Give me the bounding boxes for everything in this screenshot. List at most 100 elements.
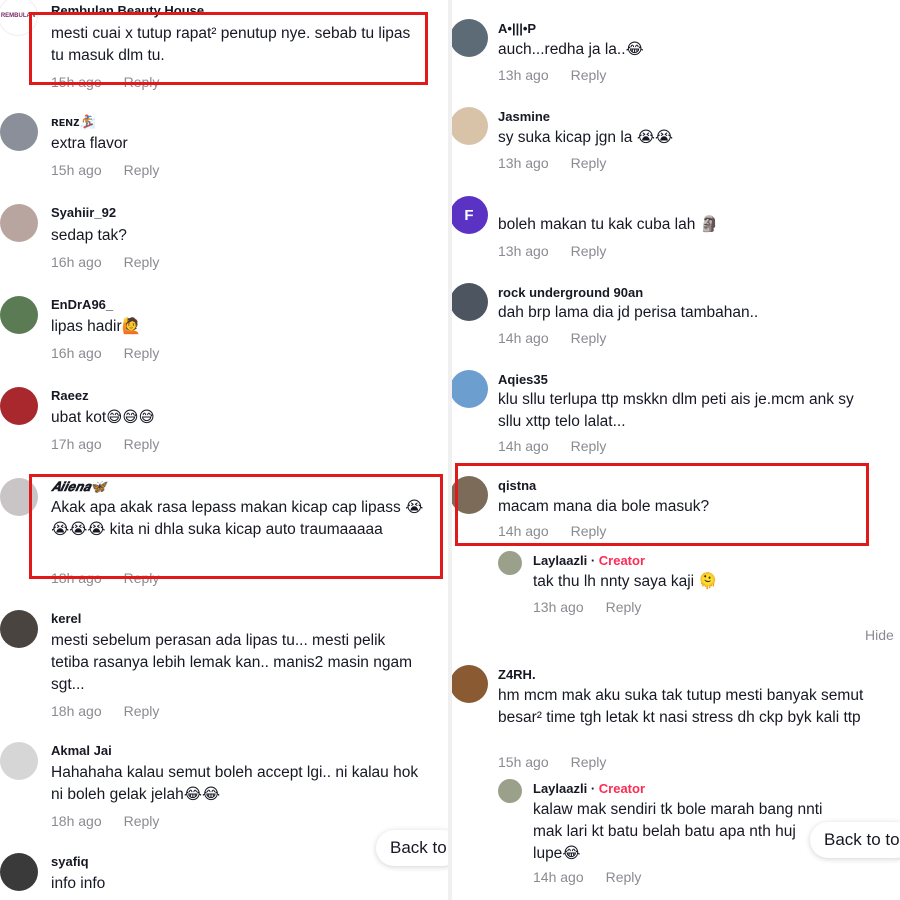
comment-time: 15h ago [498, 754, 549, 770]
comment-username[interactable]: 𝑨𝒊𝒊𝒆𝒏𝒂🦋 [51, 479, 106, 495]
comment-username[interactable]: kerel [51, 611, 81, 626]
comment-text: auch...redha ja la..😂 [498, 41, 644, 58]
comment-username[interactable]: Laylaazli · Creator [533, 553, 645, 568]
comment-meta: 18h ago Reply [51, 813, 159, 829]
comment-text: Hahahaha kalau semut boleh accept lgi.. … [51, 764, 419, 803]
comment-meta: 14h ago Reply [498, 523, 606, 539]
reply-button[interactable]: Reply [606, 599, 642, 615]
comment-meta: 17h ago Reply [51, 436, 159, 452]
comment-time: 13h ago [498, 155, 549, 171]
back-to-top-button[interactable]: Back to to [810, 822, 900, 858]
comment-username[interactable]: A•|||•P [498, 21, 536, 36]
reply-button[interactable]: Reply [571, 330, 607, 346]
reply-button[interactable]: Reply [571, 243, 607, 259]
right-comment-panel: A•|||•P auch...redha ja la..😂 13h ago Rep… [452, 0, 900, 900]
avatar[interactable] [452, 665, 488, 703]
reply-button[interactable]: Reply [571, 155, 607, 171]
comment-text: hm mcm mak aku suka tak tutup mesti bany… [498, 687, 864, 726]
comment-time: 13h ago [498, 67, 549, 83]
avatar[interactable] [0, 113, 38, 151]
reply-button[interactable]: Reply [124, 813, 160, 829]
reply-button[interactable]: Reply [571, 67, 607, 83]
comment-username[interactable]: rock underground 90an [498, 285, 643, 300]
comment-meta: 15h ago Reply [51, 162, 159, 178]
comment-text: mesti cuai x tutup rapat² penutup nye. s… [51, 25, 411, 64]
comment-username[interactable]: Laylaazli · Creator [533, 781, 645, 796]
reply-button[interactable]: Reply [124, 703, 160, 719]
creator-name[interactable]: Laylaazli [533, 553, 587, 568]
comment-username[interactable]: EnDrA96_ [51, 297, 113, 312]
creator-name[interactable]: Laylaazli [533, 781, 587, 796]
comment-time: 14h ago [533, 869, 584, 885]
comment-text: ubat kot😅😅😅 [51, 409, 155, 426]
comment-time: 15h ago [51, 162, 102, 178]
comment-time: 14h ago [498, 523, 549, 539]
avatar[interactable] [452, 19, 488, 57]
comment-username[interactable]: ʀᴇɴᴢ🏂 [51, 114, 96, 130]
comment-username[interactable]: Akmal Jai [51, 743, 112, 758]
comment-meta: 14h ago Reply [533, 869, 641, 885]
comment-meta: 18h ago Reply [51, 703, 159, 719]
comment-meta: 16h ago Reply [51, 254, 159, 270]
avatar[interactable] [452, 370, 488, 408]
avatar[interactable] [0, 204, 38, 242]
reply-button[interactable]: Reply [124, 345, 160, 361]
creator-badge: Creator [598, 781, 646, 796]
comment-time: 16h ago [51, 345, 102, 361]
comment-time: 13h ago [498, 243, 549, 259]
avatar[interactable] [0, 742, 38, 780]
avatar[interactable] [498, 779, 522, 803]
reply-button[interactable]: Reply [124, 570, 160, 586]
comment-username[interactable]: Syahiir_92 [51, 205, 116, 220]
avatar[interactable] [0, 853, 38, 891]
comment-username[interactable]: qistna [498, 478, 536, 493]
avatar[interactable] [0, 387, 38, 425]
left-comment-panel: REMBULAN Rembulan Beauty House mesti cua… [0, 0, 448, 900]
comment-text: macam mana dia bole masuk? [498, 498, 710, 515]
avatar[interactable]: REMBULAN [0, 0, 38, 36]
reply-button[interactable]: Reply [124, 254, 160, 270]
comment-text: Akak apa akak rasa lepass makan kicap ca… [51, 499, 424, 538]
comment-meta: 16h ago Reply [51, 345, 159, 361]
avatar[interactable] [0, 296, 38, 334]
comment-username[interactable]: Rembulan Beauty House [51, 3, 204, 18]
comment-time: 15h ago [51, 74, 102, 90]
avatar[interactable] [0, 610, 38, 648]
back-to-top-button[interactable]: Back to [376, 830, 448, 866]
reply-button[interactable]: Reply [124, 162, 160, 178]
reply-button[interactable]: Reply [571, 754, 607, 770]
avatar[interactable] [452, 107, 488, 145]
comment-meta: 15h ago Reply [498, 754, 606, 770]
comment-text: kalaw mak sendiri tk bole marah bang nnt… [533, 801, 823, 862]
avatar[interactable]: F [452, 196, 488, 234]
comment-meta: 15h ago Reply [51, 74, 159, 90]
avatar[interactable] [0, 478, 38, 516]
comment-username[interactable]: Z4RH. [498, 667, 536, 682]
comment-time: 18h ago [51, 703, 102, 719]
comment-meta: 13h ago Reply [533, 599, 641, 615]
comment-time: 14h ago [498, 438, 549, 454]
comment-username[interactable]: Raeez [51, 388, 89, 403]
creator-badge: Creator [598, 553, 646, 568]
reply-button[interactable]: Reply [124, 74, 160, 90]
comment-meta: 14h ago Reply [498, 438, 606, 454]
reply-button[interactable]: Reply [606, 869, 642, 885]
reply-button[interactable]: Reply [571, 438, 607, 454]
comment-text: info info [51, 875, 106, 892]
reply-button[interactable]: Reply [571, 523, 607, 539]
avatar[interactable] [452, 476, 488, 514]
comment-username[interactable]: Jasmine [498, 109, 550, 124]
comment-username[interactable]: syafiq [51, 854, 89, 869]
comment-meta: 13h ago Reply [498, 155, 606, 171]
avatar[interactable] [498, 551, 522, 575]
hide-replies-link[interactable]: Hide [865, 627, 894, 643]
comment-time: 18h ago [51, 813, 102, 829]
comment-text: extra flavor [51, 135, 128, 152]
comment-meta: 13h ago Reply [498, 243, 606, 259]
comment-text: boleh makan tu kak cuba lah 🗿 [498, 216, 719, 233]
avatar[interactable] [452, 283, 488, 321]
comment-time: 17h ago [51, 436, 102, 452]
comment-text: sy suka kicap jgn la 😭😭 [498, 129, 673, 146]
comment-username[interactable]: Aqies35 [498, 372, 548, 387]
reply-button[interactable]: Reply [124, 436, 160, 452]
